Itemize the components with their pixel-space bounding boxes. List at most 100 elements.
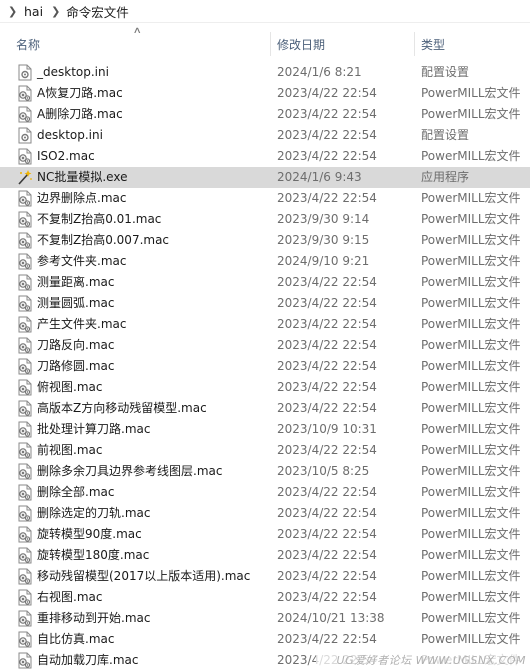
file-row[interactable]: 批处理计算刀路.mac 2023/10/9 10:31 PowerMILL宏文件 <box>0 419 530 440</box>
column-header-name[interactable]: 名称 <box>16 30 270 58</box>
file-row[interactable]: ISO2.mac 2023/4/22 22:54 PowerMILL宏文件 <box>0 146 530 167</box>
file-name: 刀路反向.mac <box>37 338 115 352</box>
file-row[interactable]: A删除刀路.mac 2023/4/22 22:54 PowerMILL宏文件 <box>0 104 530 125</box>
file-row[interactable]: NC批量模拟.exe 2024/1/6 9:43 应用程序 <box>0 167 530 188</box>
file-name: 测量距离.mac <box>37 275 115 289</box>
file-modified-date: 2023/4/22 22:54 <box>277 128 377 142</box>
ini-file-icon <box>17 127 33 144</box>
file-modified-date: 2023/10/9 10:31 <box>277 422 377 436</box>
file-row[interactable]: 测量距离.mac 2023/4/22 22:54 PowerMILL宏文件 <box>0 272 530 293</box>
file-row[interactable]: 前视图.mac 2023/4/22 22:54 PowerMILL宏文件 <box>0 440 530 461</box>
file-row[interactable]: 边界删除点.mac 2023/4/22 22:54 PowerMILL宏文件 <box>0 188 530 209</box>
mac-file-icon <box>17 358 33 375</box>
breadcrumb-item-hai[interactable]: hai <box>24 4 43 19</box>
file-row[interactable]: 移动残留模型(2017以上版本适用).mac 2023/4/22 22:54 Pow… <box>0 566 530 587</box>
file-modified-date: 2023/4/22 22:54 <box>277 548 377 562</box>
file-type: PowerMILL宏文件 <box>421 212 521 226</box>
file-type: 配置设置 <box>421 128 470 142</box>
file-type: PowerMILL宏文件 <box>421 380 521 394</box>
watermark: UG爱好者论坛 WWW.UGSNX.COM <box>316 651 530 670</box>
file-row[interactable]: 高版本Z方向移动残留模型.mac 2023/4/22 22:54 PowerMILL… <box>0 398 530 419</box>
file-row[interactable]: 删除多余刀具边界参考线图层.mac 2023/10/5 8:25 PowerMILL… <box>0 461 530 482</box>
file-type: PowerMILL宏文件 <box>421 86 521 100</box>
file-name: A删除刀路.mac <box>37 107 123 121</box>
column-divider[interactable] <box>270 32 271 56</box>
file-row[interactable]: 俯视图.mac 2023/4/22 22:54 PowerMILL宏文件 <box>0 377 530 398</box>
file-row[interactable]: 测量圆弧.mac 2023/4/22 22:54 PowerMILL宏文件 <box>0 293 530 314</box>
file-row[interactable]: 产生文件夹.mac 2023/4/22 22:54 PowerMILL宏文件 <box>0 314 530 335</box>
file-modified-date: 2023/9/30 9:14 <box>277 212 370 226</box>
chevron-right-icon[interactable]: ❯ <box>8 5 18 18</box>
mac-file-icon <box>17 106 33 123</box>
chevron-right-icon[interactable]: ❯ <box>51 5 60 18</box>
file-name: 刀路修圆.mac <box>37 359 115 373</box>
file-modified-date: 2023/4/22 22:54 <box>277 380 377 394</box>
file-name: 产生文件夹.mac <box>37 317 127 331</box>
file-name: 删除选定的刀轨.mac <box>37 506 151 520</box>
file-modified-date: 2023/4/22 22:54 <box>277 506 377 520</box>
file-type: 应用程序 <box>421 170 470 184</box>
column-header-type[interactable]: 类型 <box>421 30 530 58</box>
breadcrumb-item-current-folder[interactable]: 命令宏文件 <box>66 2 129 21</box>
file-modified-date: 2023/4/22 22:54 <box>277 149 377 163</box>
file-type: PowerMILL宏文件 <box>421 359 521 373</box>
file-type: PowerMILL宏文件 <box>421 149 521 163</box>
column-header-date-label: 修改日期 <box>277 37 326 52</box>
file-type: PowerMILL宏文件 <box>421 443 521 457</box>
file-row[interactable]: 参考文件夹.mac 2024/9/10 9:21 PowerMILL宏文件 <box>0 251 530 272</box>
file-modified-date: 2023/4/22 22:54 <box>277 338 377 352</box>
mac-file-icon <box>17 652 33 669</box>
file-modified-date: 2023/4/22 22:54 <box>277 296 377 310</box>
file-row[interactable]: 右视图.mac 2023/4/22 22:54 PowerMILL宏文件 <box>0 587 530 608</box>
file-row[interactable]: 删除选定的刀轨.mac 2023/4/22 22:54 PowerMILL宏文件 <box>0 503 530 524</box>
mac-file-icon <box>17 274 33 291</box>
file-row[interactable]: _desktop.ini 2024/1/6 8:21 配置设置 <box>0 62 530 83</box>
file-modified-date: 2024/10/21 13:38 <box>277 611 385 625</box>
file-name: ISO2.mac <box>37 149 95 163</box>
column-divider[interactable] <box>414 32 415 56</box>
file-type: PowerMILL宏文件 <box>421 464 521 478</box>
file-row[interactable]: 旋转模型180度.mac 2023/4/22 22:54 PowerMILL宏文件 <box>0 545 530 566</box>
file-modified-date: 2023/4/22 22:54 <box>277 590 377 604</box>
exe-file-icon <box>17 169 33 186</box>
file-row[interactable]: 重排移动到开始.mac 2024/10/21 13:38 PowerMILL宏文件 <box>0 608 530 629</box>
file-name: 重排移动到开始.mac <box>37 611 151 625</box>
file-modified-date: 2023/4/22 22:54 <box>277 485 377 499</box>
file-name: 俯视图.mac <box>37 380 103 394</box>
file-type: PowerMILL宏文件 <box>421 548 521 562</box>
file-type: PowerMILL宏文件 <box>421 527 521 541</box>
file-type: PowerMILL宏文件 <box>421 338 521 352</box>
file-name: 高版本Z方向移动残留模型.mac <box>37 401 207 415</box>
column-header-name-label: 名称 <box>16 37 41 52</box>
file-name: 参考文件夹.mac <box>37 254 127 268</box>
file-type: PowerMILL宏文件 <box>421 569 521 583</box>
file-name: _desktop.ini <box>37 65 109 79</box>
mac-file-icon <box>17 526 33 543</box>
file-type: PowerMILL宏文件 <box>421 107 521 121</box>
file-name: 自动加载刀库.mac <box>37 653 139 667</box>
file-row[interactable]: 删除全部.mac 2023/4/22 22:54 PowerMILL宏文件 <box>0 482 530 503</box>
file-row[interactable]: desktop.ini 2023/4/22 22:54 配置设置 <box>0 125 530 146</box>
file-row[interactable]: 刀路修圆.mac 2023/4/22 22:54 PowerMILL宏文件 <box>0 356 530 377</box>
file-type: PowerMILL宏文件 <box>421 611 521 625</box>
file-row[interactable]: 自比仿真.mac 2023/4/22 22:54 PowerMILL宏文件 <box>0 629 530 650</box>
mac-file-icon <box>17 211 33 228</box>
file-row[interactable]: A恢复刀路.mac 2023/4/22 22:54 PowerMILL宏文件 <box>0 83 530 104</box>
file-row[interactable]: 刀路反向.mac 2023/4/22 22:54 PowerMILL宏文件 <box>0 335 530 356</box>
file-name: 自比仿真.mac <box>37 632 115 646</box>
file-modified-date: 2024/1/6 9:43 <box>277 170 362 184</box>
file-row[interactable]: 不复制Z抬高0.007.mac 2023/9/30 9:15 PowerMILL宏文… <box>0 230 530 251</box>
file-row[interactable]: 旋转模型90度.mac 2023/4/22 22:54 PowerMILL宏文件 <box>0 524 530 545</box>
file-modified-date: 2023/4/22 22:54 <box>277 443 377 457</box>
file-modified-date: 2023/4/22 22:54 <box>277 191 377 205</box>
file-name: 删除多余刀具边界参考线图层.mac <box>37 464 223 478</box>
file-type: PowerMILL宏文件 <box>421 254 521 268</box>
file-type: PowerMILL宏文件 <box>421 191 521 205</box>
mac-file-icon <box>17 442 33 459</box>
mac-file-icon <box>17 547 33 564</box>
file-type: PowerMILL宏文件 <box>421 317 521 331</box>
file-modified-date: 2023/10/5 8:25 <box>277 464 370 478</box>
column-header-date[interactable]: 修改日期 <box>277 30 413 58</box>
file-row[interactable]: 不复制Z抬高0.01.mac 2023/9/30 9:14 PowerMILL宏文件 <box>0 209 530 230</box>
file-modified-date: 2023/4/22 22:54 <box>277 86 377 100</box>
